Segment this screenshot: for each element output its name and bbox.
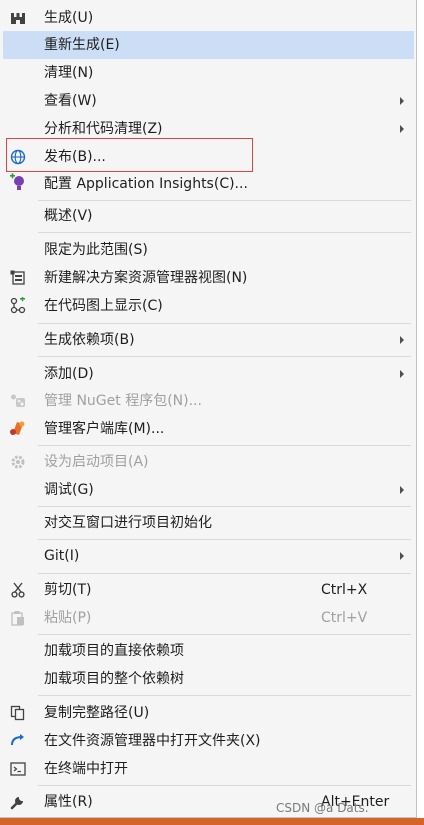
paste-icon [8, 608, 28, 628]
menu-item-rebuild[interactable]: 重新生成(E) [3, 31, 414, 59]
submenu-arrow-icon [400, 97, 404, 105]
menu-item-label: 添加(D) [44, 366, 94, 382]
menu-separator [38, 445, 411, 446]
menu-item-debug[interactable]: 调试(G) [3, 476, 414, 504]
menu-item-label: 在代码图上显示(C) [44, 298, 163, 314]
menu-separator [38, 323, 411, 324]
menu-item-label: 管理客户端库(M)... [44, 421, 165, 437]
menu-item-open-folder-in-file-explorer[interactable]: 在文件资源管理器中打开文件夹(X) [3, 727, 414, 755]
menu-item-load-direct-dependencies[interactable]: 加载项目的直接依赖项 [3, 637, 414, 665]
scissors-icon [8, 580, 28, 600]
menu-item-label: 限定为此范围(S) [44, 242, 148, 258]
menu-item-label: 生成(U) [44, 10, 94, 26]
menu-item-build[interactable]: 生成(U) [3, 5, 414, 31]
menu-item-view[interactable]: 查看(W) [3, 87, 414, 115]
wrench-icon [8, 792, 28, 812]
open-folder-arrow-icon [8, 731, 28, 751]
menu-item-shortcut: Ctrl+V [321, 610, 368, 626]
menu-item-configure-application-insights[interactable]: 配置 Application Insights(C)... [3, 171, 414, 198]
menu-item-manage-nuget-packages[interactable]: 管理 NuGet 程序包(N)... [3, 387, 414, 415]
submenu-arrow-icon [400, 336, 404, 344]
menu-item-open-in-terminal[interactable]: 在终端中打开 [3, 755, 414, 783]
menu-item-label: 加载项目的整个依赖树 [44, 671, 184, 687]
menu-item-label: 查看(W) [44, 93, 97, 109]
menu-item-label: 对交互窗口进行项目初始化 [44, 515, 212, 531]
application-insights-icon [8, 173, 28, 193]
menu-item-label: 在终端中打开 [44, 761, 128, 777]
gear-icon [8, 452, 28, 472]
submenu-arrow-icon [400, 486, 404, 494]
menu-item-label: 粘贴(P) [44, 610, 92, 626]
menu-item-load-entire-dependency-tree[interactable]: 加载项目的整个依赖树 [3, 665, 414, 693]
background-strip [417, 0, 424, 818]
menu-separator [38, 695, 411, 696]
menu-item-label: 在文件资源管理器中打开文件夹(X) [44, 733, 261, 749]
menu-item-label: 加载项目的直接依赖项 [44, 643, 184, 659]
menu-item-manage-client-libraries[interactable]: 管理客户端库(M)... [3, 415, 414, 443]
menu-item-label: 配置 Application Insights(C)... [44, 176, 248, 192]
menu-item-clean[interactable]: 清理(N) [3, 59, 414, 87]
menu-separator [38, 232, 411, 233]
annotation-highlight-box [6, 138, 253, 172]
build-icon [8, 8, 28, 28]
background-strip [0, 818, 424, 825]
menu-item-cut[interactable]: 剪切(T) Ctrl+X [3, 576, 414, 604]
menu-item-scope-to-this[interactable]: 限定为此范围(S) [3, 236, 414, 264]
menu-item-label: 设为启动项目(A) [44, 454, 149, 470]
code-map-icon [8, 296, 28, 316]
menu-item-label: 生成依赖项(B) [44, 332, 135, 348]
new-view-icon [8, 268, 28, 288]
menu-item-label: 概述(V) [44, 208, 93, 224]
menu-item-paste[interactable]: 粘贴(P) Ctrl+V [3, 604, 414, 632]
submenu-arrow-icon [400, 125, 404, 133]
menu-item-label: Git(I) [44, 548, 80, 564]
menu-separator [38, 785, 411, 786]
menu-item-label: 调试(G) [44, 482, 94, 498]
menu-item-overview[interactable]: 概述(V) [3, 202, 414, 230]
copy-icon [8, 703, 28, 723]
client-library-icon [8, 418, 28, 438]
menu-separator [38, 539, 411, 540]
menu-item-shortcut: Ctrl+X [321, 582, 368, 598]
submenu-arrow-icon [400, 370, 404, 378]
menu-item-label: 管理 NuGet 程序包(N)... [44, 393, 202, 409]
menu-item-label: 新建解决方案资源管理器视图(N) [44, 270, 248, 286]
menu-item-label: 清理(N) [44, 65, 94, 81]
menu-item-label: 重新生成(E) [44, 37, 120, 53]
menu-item-show-on-code-map[interactable]: 在代码图上显示(C) [3, 292, 414, 320]
menu-item-set-as-startup-project[interactable]: 设为启动项目(A) [3, 448, 414, 476]
menu-separator [38, 573, 411, 574]
watermark-text: CSDN @a Dats. [276, 801, 369, 815]
nuget-icon [8, 391, 28, 411]
menu-separator [38, 200, 411, 201]
menu-separator [38, 506, 411, 507]
menu-item-add[interactable]: 添加(D) [3, 360, 414, 387]
menu-item-git[interactable]: Git(I) [3, 542, 414, 570]
terminal-icon [8, 759, 28, 779]
menu-separator [38, 356, 411, 357]
menu-item-label: 分析和代码清理(Z) [44, 121, 163, 137]
menu-item-label: 复制完整路径(U) [44, 705, 150, 721]
menu-item-label: 剪切(T) [44, 582, 92, 598]
menu-separator [38, 634, 411, 635]
menu-item-copy-full-path[interactable]: 复制完整路径(U) [3, 699, 414, 727]
menu-item-build-dependencies[interactable]: 生成依赖项(B) [3, 326, 414, 354]
submenu-arrow-icon [400, 552, 404, 560]
menu-item-label: 属性(R) [44, 794, 93, 810]
menu-item-initialize-interactive-with-project[interactable]: 对交互窗口进行项目初始化 [3, 509, 414, 537]
menu-item-new-solution-explorer-view[interactable]: 新建解决方案资源管理器视图(N) [3, 264, 414, 292]
context-menu: 生成(U) 重新生成(E) 清理(N) 查看(W) 分析和代码清理(Z) 发布(… [0, 0, 417, 818]
